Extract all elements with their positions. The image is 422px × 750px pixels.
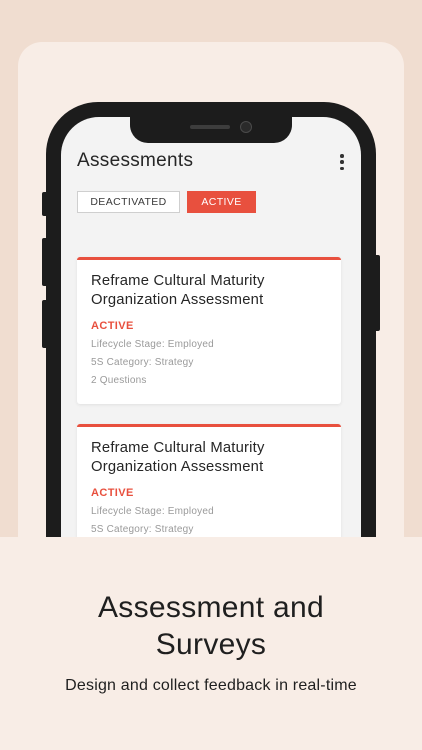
- category: 5S Category: Strategy: [91, 524, 194, 535]
- promo-backdrop: Assessments DEACTIVATED ACTIVE Reframe C…: [18, 42, 404, 582]
- category: 5S Category: Strategy: [91, 357, 194, 368]
- promo-headline-line: Surveys: [155, 628, 267, 661]
- phone-frame: Assessments DEACTIVATED ACTIVE Reframe C…: [42, 102, 380, 582]
- promo-headline: Assessment and Surveys: [0, 589, 422, 663]
- camera-icon: [240, 121, 252, 133]
- phone-volume-down: [42, 300, 48, 348]
- assessment-title-line: Reframe Cultural Maturity: [91, 273, 265, 289]
- assessment-title-line: Reframe Cultural Maturity: [91, 440, 265, 456]
- tab-deactivated[interactable]: DEACTIVATED: [77, 191, 180, 213]
- assessment-title-line: Organization Assessment: [91, 459, 264, 475]
- lifecycle-stage: Lifecycle Stage: Employed: [91, 339, 214, 350]
- assessment-title-line: Organization Assessment: [91, 292, 264, 308]
- speaker-grille: [190, 125, 230, 129]
- menu-dot: [340, 160, 344, 164]
- app-screen: Assessments DEACTIVATED ACTIVE Reframe C…: [61, 117, 361, 582]
- page-title: Assessments: [77, 150, 194, 171]
- menu-dot: [340, 166, 344, 170]
- promo-caption: Assessment and Surveys Design and collec…: [0, 537, 422, 750]
- kebab-menu-icon[interactable]: [339, 154, 345, 170]
- tab-active[interactable]: ACTIVE: [187, 191, 256, 213]
- promo-headline-line: Assessment and: [98, 591, 324, 624]
- assessment-card[interactable]: Reframe Cultural Maturity Organization A…: [77, 257, 341, 404]
- menu-dot: [340, 154, 344, 158]
- phone-power-button: [374, 255, 380, 331]
- lifecycle-stage: Lifecycle Stage: Employed: [91, 506, 214, 517]
- status-badge: ACTIVE: [91, 320, 134, 332]
- status-badge: ACTIVE: [91, 487, 134, 499]
- question-count: 2 Questions: [91, 375, 147, 386]
- phone-mute-switch: [42, 192, 48, 216]
- assessment-title: Reframe Cultural Maturity Organization A…: [91, 439, 327, 477]
- phone-notch: [130, 117, 292, 143]
- phone-volume-up: [42, 238, 48, 286]
- assessment-title: Reframe Cultural Maturity Organization A…: [91, 272, 327, 310]
- promo-subtitle: Design and collect feedback in real-time: [65, 677, 357, 694]
